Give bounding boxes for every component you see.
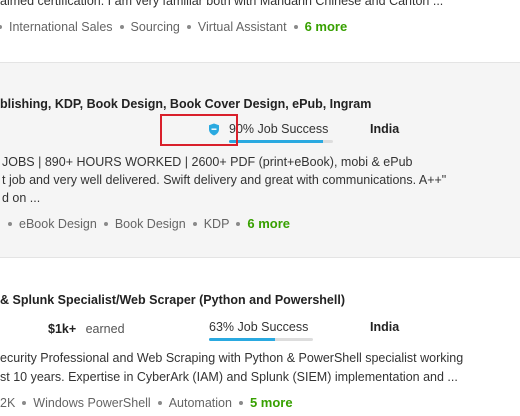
job-success-bar (209, 338, 313, 341)
earnings-label: earned (85, 322, 125, 336)
card-description: aimed certification. I am very familiar … (0, 0, 444, 8)
skill-tag[interactable]: eBook Design (19, 217, 97, 231)
skill-tag[interactable]: KDP (204, 217, 230, 231)
freelancer-card-1[interactable]: aimed certification. I am very familiar … (0, 0, 520, 62)
skill-tag[interactable]: Sourcing (131, 20, 180, 34)
description-line: JOBS | 890+ HOURS WORKED | 2600+ PDF (pr… (2, 155, 413, 169)
skill-list: 2K Windows PowerShell Automation 5 more (0, 395, 293, 410)
more-skills-link[interactable]: 6 more (247, 216, 290, 231)
separator-dot (119, 24, 124, 29)
separator-dot (8, 221, 12, 226)
job-success-bar-fill (209, 338, 275, 341)
separator-dot (157, 400, 162, 405)
freelancer-title[interactable]: blishing, KDP, Book Design, Book Cover D… (0, 97, 371, 111)
skill-tag[interactable]: Book Design (115, 217, 186, 231)
country-label: India (370, 122, 400, 136)
separator-dot (236, 221, 241, 226)
separator-dot (103, 221, 108, 226)
skill-tag[interactable]: International Sales (9, 20, 113, 34)
separator-dot (293, 24, 298, 29)
description-line: t job and very well delivered. Swift del… (2, 173, 447, 187)
earnings: $1k+ earned (48, 320, 125, 338)
country-label: India (370, 320, 400, 334)
skill-tag[interactable]: Virtual Assistant (198, 20, 287, 34)
highlight-box (160, 114, 238, 146)
job-success-label: 63% Job Success (209, 320, 309, 334)
separator-dot (0, 24, 2, 29)
more-skills-link[interactable]: 6 more (305, 19, 348, 34)
separator-dot (238, 400, 243, 405)
description-line: ecurity Professional and Web Scraping wi… (0, 351, 464, 365)
separator-dot (22, 400, 27, 405)
skill-tag[interactable]: 2K (0, 396, 15, 410)
description-line: st 10 years. Expertise in CyberArk (IAM)… (0, 370, 458, 384)
freelancer-title[interactable]: & Splunk Specialist/Web Scraper (Python … (0, 293, 345, 307)
description-line: d on ... (2, 191, 41, 205)
job-success-bar (229, 140, 333, 143)
separator-dot (186, 24, 191, 29)
freelancer-card-3[interactable]: & Splunk Specialist/Web Scraper (Python … (0, 258, 520, 416)
skill-list: eBook Design Book Design KDP 6 more (2, 216, 290, 231)
earnings-value: $1k+ (48, 322, 77, 336)
skill-tag[interactable]: Windows PowerShell (33, 396, 150, 410)
skill-list: International Sales Sourcing Virtual Ass… (0, 19, 347, 34)
freelancer-card-2[interactable]: blishing, KDP, Book Design, Book Cover D… (0, 62, 520, 258)
skill-tag[interactable]: Automation (169, 396, 232, 410)
more-skills-link[interactable]: 5 more (250, 395, 293, 410)
separator-dot (192, 221, 197, 226)
job-success-bar-fill (229, 140, 323, 143)
job-success-label: 90% Job Success (229, 122, 329, 136)
